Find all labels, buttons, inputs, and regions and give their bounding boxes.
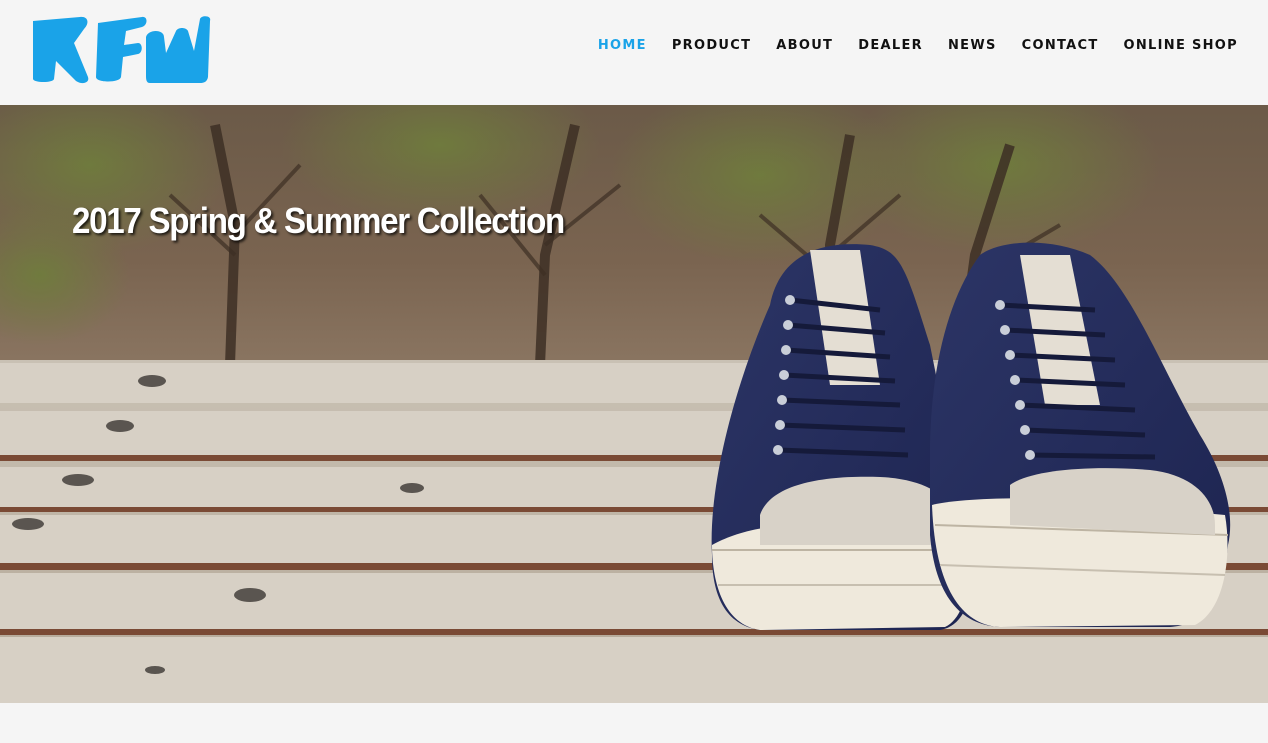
nav-dealer[interactable]: DEALER <box>858 38 923 54</box>
sneakers-on-bench-photo <box>0 105 1268 703</box>
rfw-logo[interactable] <box>30 15 212 85</box>
nav-online-shop[interactable]: ONLINE SHOP <box>1124 38 1238 54</box>
page-bottom <box>0 703 1268 743</box>
hero-banner: 2017 Spring & Summer Collection <box>0 105 1268 703</box>
nav-about[interactable]: ABOUT <box>776 38 833 54</box>
rfw-logo-icon <box>33 16 211 84</box>
nav-product[interactable]: PRODUCT <box>672 38 751 54</box>
nav-news[interactable]: NEWS <box>948 38 997 54</box>
hero-title: 2017 Spring & Summer Collection <box>72 200 565 241</box>
site-header: HOME PRODUCT ABOUT DEALER NEWS CONTACT O… <box>0 0 1268 105</box>
nav-home[interactable]: HOME <box>598 38 647 54</box>
nav-contact[interactable]: CONTACT <box>1022 38 1099 54</box>
main-nav: HOME PRODUCT ABOUT DEALER NEWS CONTACT O… <box>573 38 1238 54</box>
